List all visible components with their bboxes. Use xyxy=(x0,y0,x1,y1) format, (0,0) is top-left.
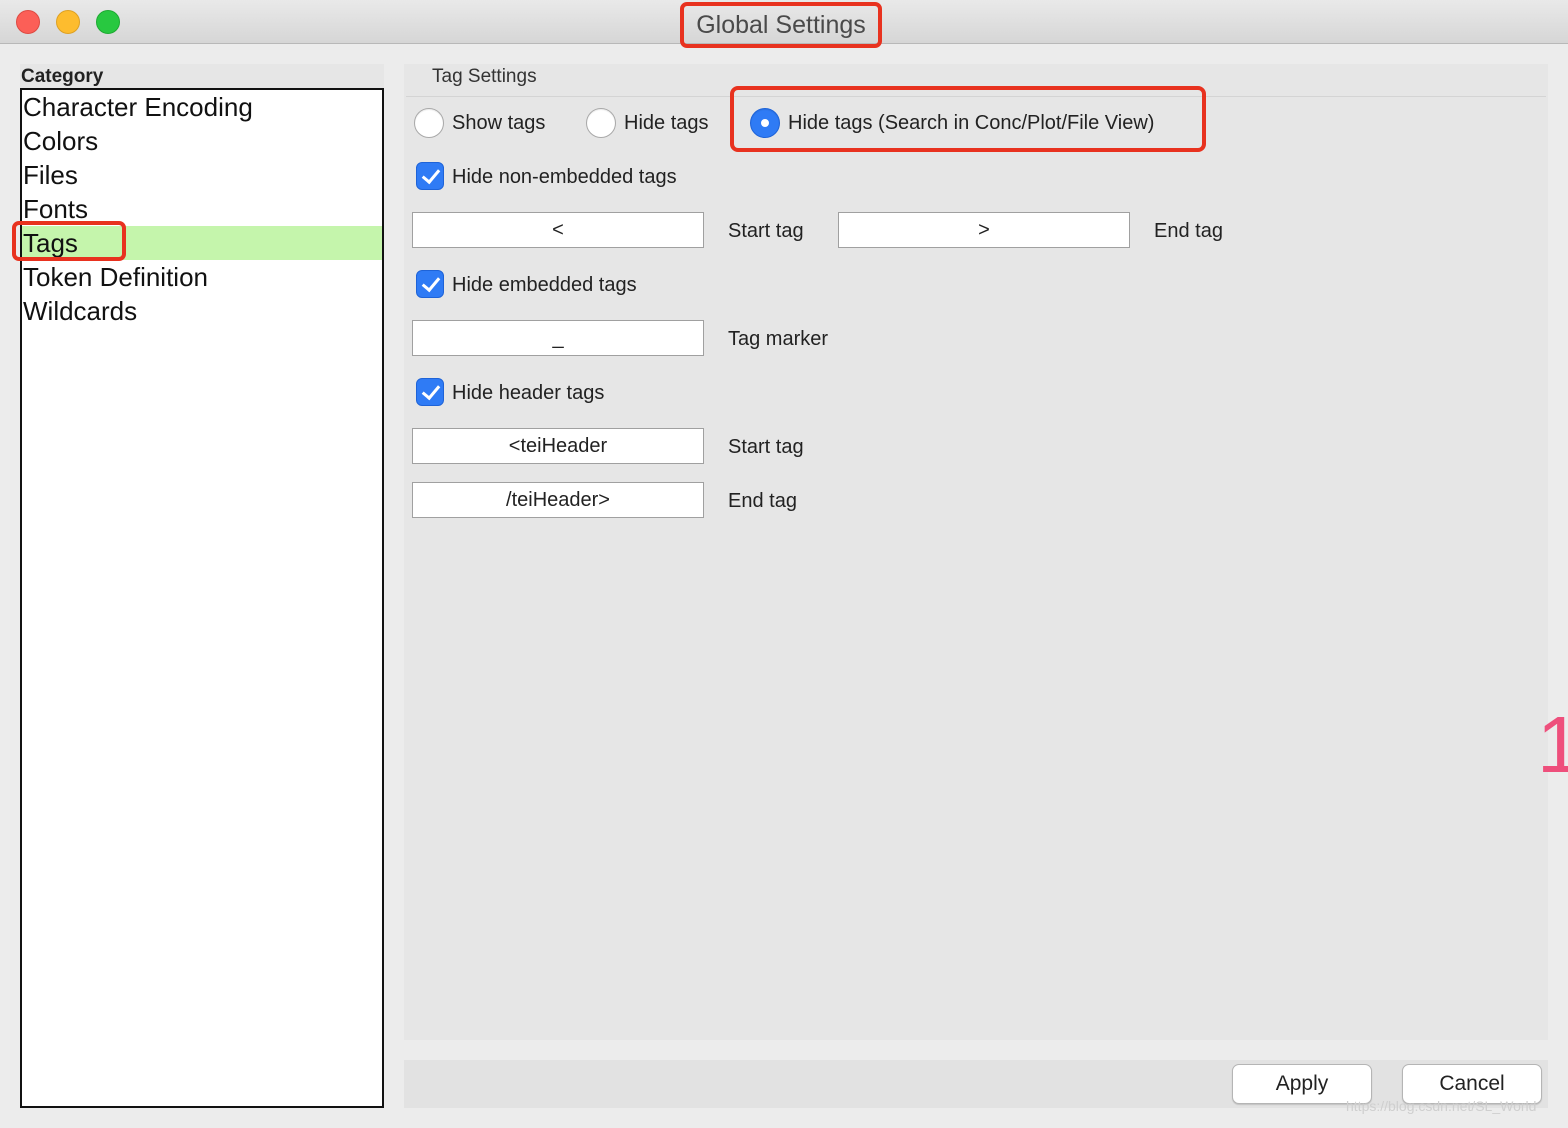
hide-header-label[interactable]: Hide header tags xyxy=(452,380,604,406)
hide-non-embedded-checkbox[interactable] xyxy=(416,162,444,190)
tags-highlight-box xyxy=(12,221,126,261)
hide-non-embedded-label[interactable]: Hide non-embedded tags xyxy=(452,164,677,190)
show-tags-radio[interactable] xyxy=(414,108,444,138)
category-item-files[interactable]: Files xyxy=(22,158,382,192)
annotation-mark: 1 xyxy=(1537,700,1568,789)
header-start-tag-label: Start tag xyxy=(728,436,804,458)
zoom-window-button[interactable] xyxy=(96,10,120,34)
non-embedded-end-tag-label: End tag xyxy=(1154,220,1223,242)
hide-tags-radio[interactable] xyxy=(586,108,616,138)
category-item-colors[interactable]: Colors xyxy=(22,124,382,158)
hide-tags-label[interactable]: Hide tags xyxy=(624,110,709,136)
category-item-character-encoding[interactable]: Character Encoding xyxy=(22,90,382,124)
category-item-token-definition[interactable]: Token Definition xyxy=(22,260,382,294)
non-embedded-start-tag-label: Start tag xyxy=(728,220,804,242)
non-embedded-end-tag-input[interactable]: > xyxy=(838,212,1130,248)
header-start-tag-input[interactable]: <teiHeader xyxy=(412,428,704,464)
section-title: Tag Settings xyxy=(432,66,537,87)
category-header: Category xyxy=(20,64,384,88)
close-window-button[interactable] xyxy=(16,10,40,34)
header-end-tag-input[interactable]: /teiHeader> xyxy=(412,482,704,518)
minimize-window-button[interactable] xyxy=(56,10,80,34)
watermark-text: https://blog.csdn.net/SL_World xyxy=(1346,1098,1537,1114)
hide-embedded-label[interactable]: Hide embedded tags xyxy=(452,272,637,298)
window-title: Global Settings xyxy=(680,2,882,48)
radio-highlight-box xyxy=(730,86,1206,152)
hide-embedded-checkbox[interactable] xyxy=(416,270,444,298)
hide-header-checkbox[interactable] xyxy=(416,378,444,406)
tag-settings-panel xyxy=(404,64,1548,1040)
show-tags-label[interactable]: Show tags xyxy=(452,110,545,136)
tag-marker-input[interactable]: _ xyxy=(412,320,704,356)
category-item-wildcards[interactable]: Wildcards xyxy=(22,294,382,328)
non-embedded-start-tag-input[interactable]: < xyxy=(412,212,704,248)
header-end-tag-label: End tag xyxy=(728,490,797,512)
tag-marker-label: Tag marker xyxy=(728,328,829,350)
